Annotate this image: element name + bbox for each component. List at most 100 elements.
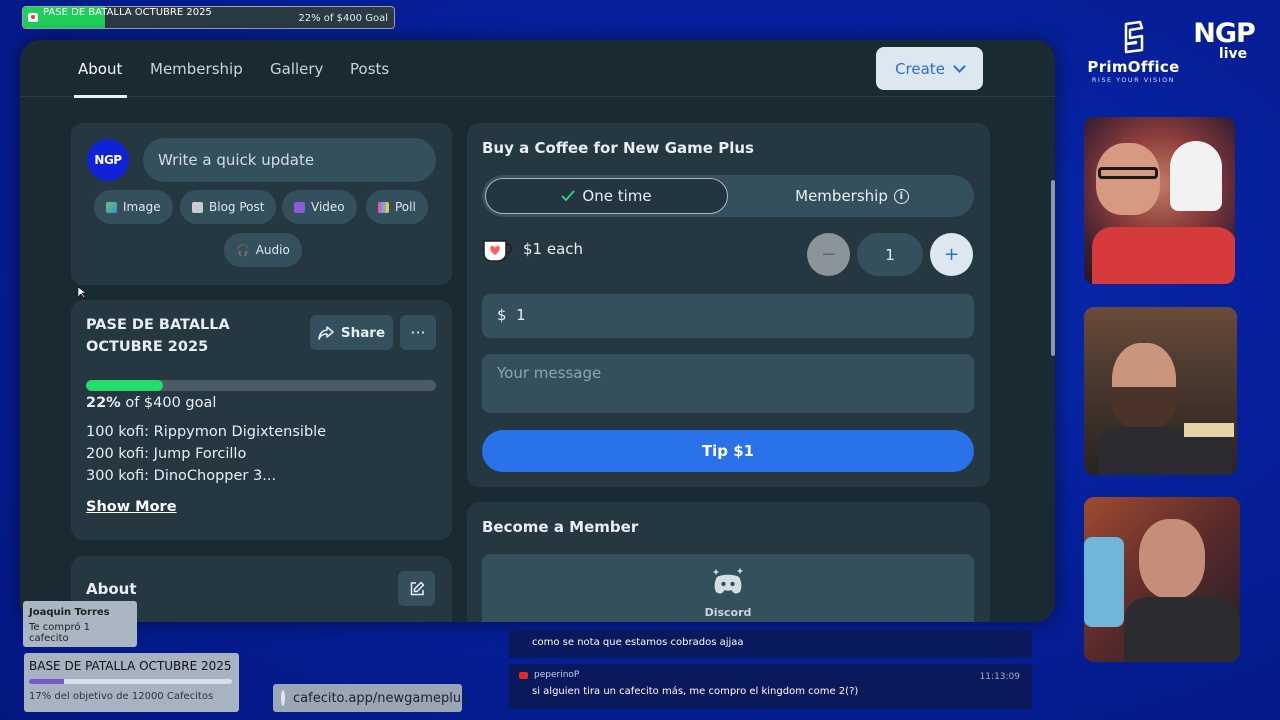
ngp-logo-text: NGP: [1193, 18, 1256, 49]
create-label: Create: [895, 59, 945, 78]
share-label: Share: [340, 324, 386, 341]
chat-text: como se nota que estamos cobrados ajjaa: [532, 637, 744, 648]
membership-label: Membership: [795, 187, 888, 205]
chip-label: Blog Post: [209, 200, 265, 214]
edit-about-button[interactable]: [398, 571, 435, 606]
share-button[interactable]: Share: [310, 315, 393, 350]
quick-update-input[interactable]: Write a quick update: [143, 138, 436, 182]
poll-icon: [378, 201, 389, 213]
amount-value: 1: [516, 306, 526, 324]
top-goal-bar: PASE DE BATALLA OCTUBRE 2025 22% of $400…: [22, 6, 395, 29]
one-time-option[interactable]: One time: [485, 178, 728, 214]
chip-label: Video: [311, 200, 345, 214]
active-tab-indicator: [74, 95, 127, 98]
primoffice-tagline: RISE YOUR VISION: [1091, 76, 1176, 84]
cafecito-url: cafecito.app/newgameplus: [293, 690, 468, 706]
ngp-live-text: live: [1218, 46, 1248, 62]
currency-symbol: $: [497, 306, 507, 324]
discord-icon: [713, 568, 743, 594]
tab-membership[interactable]: Membership: [150, 60, 243, 78]
tab-about[interactable]: About: [78, 60, 122, 78]
video-icon: [294, 201, 305, 213]
discord-label: Discord: [704, 606, 752, 619]
image-icon: [106, 201, 117, 213]
post-blog-button[interactable]: Blog Post: [180, 190, 277, 224]
kofi-window: About Membership Gallery Posts Create NG…: [20, 40, 1055, 622]
primoffice-mark-icon: [1124, 20, 1143, 54]
coffee-title: Buy a Coffee for New Game Plus: [482, 139, 754, 157]
discord-tier[interactable]: Discord: [482, 554, 974, 622]
become-member-card: Become a Member Discord: [467, 502, 990, 622]
chat-text: si alguien tira un cafecito más, me comp…: [532, 686, 859, 697]
goal-progress-fill: [86, 380, 163, 391]
message-field[interactable]: Your message: [482, 354, 974, 413]
alert-name: Joaquin Torres: [29, 607, 110, 618]
create-button[interactable]: Create: [876, 47, 983, 90]
cafecito-goal-fill: [29, 679, 64, 684]
avatar[interactable]: NGP: [87, 139, 129, 181]
primoffice-name: PrimOffice: [1087, 58, 1180, 76]
goal-text: 22% of $400 goal: [86, 395, 216, 411]
document-icon: [192, 201, 203, 213]
cafecito-icon: [281, 690, 285, 706]
cafecito-goal-title: BASE DE PATALLA OCTUBRE 2025: [29, 659, 232, 673]
alert-message: Te compró 1 cafecito: [29, 622, 90, 644]
chat-message: peperinoP 11:13:09 si alguien tira un ca…: [509, 664, 1032, 709]
chat-timestamp: 11:13:09: [979, 672, 1020, 682]
member-title: Become a Member: [482, 518, 639, 536]
cafecito-url-badge: cafecito.app/newgameplus: [273, 684, 468, 712]
cafecito-goal-bar: [29, 679, 232, 684]
coffee-cup-icon: [483, 240, 513, 262]
headphones-icon: 🎧: [236, 243, 250, 257]
webcam-host-3: [1084, 497, 1240, 662]
share-icon: [318, 325, 334, 340]
tab-gallery[interactable]: Gallery: [270, 60, 323, 78]
top-goal-title: PASE DE BATALLA OCTUBRE 2025: [43, 7, 212, 18]
purchase-alert: Joaquin Torres Te compró 1 cafecito: [23, 601, 137, 647]
quantity-increment-button[interactable]: +: [930, 233, 973, 276]
post-video-button[interactable]: Video: [282, 190, 357, 224]
chip-label: Audio: [255, 243, 290, 257]
membership-option[interactable]: Membership i: [732, 178, 972, 214]
quantity-decrement-button[interactable]: −: [807, 233, 850, 276]
goal-amount: of $400 goal: [125, 395, 217, 411]
ngp-live-logo: NGP live: [1188, 20, 1260, 76]
more-options-button[interactable]: ···: [400, 315, 436, 350]
mouse-cursor-icon: [78, 287, 86, 299]
goal-progress-bar: [86, 380, 436, 391]
one-time-label: One time: [582, 187, 652, 205]
buy-coffee-card: Buy a Coffee for New Game Plus One time …: [467, 123, 990, 487]
chat-username: peperinoP: [534, 670, 580, 680]
post-poll-button[interactable]: Poll: [366, 190, 428, 224]
price-each: $1 each: [523, 240, 584, 258]
quantity-stepper[interactable]: 1: [857, 233, 923, 276]
about-title: About: [86, 580, 137, 598]
payment-type-toggle: One time Membership i: [482, 175, 974, 217]
scrollbar-thumb[interactable]: [1051, 180, 1055, 356]
info-icon[interactable]: i: [893, 188, 909, 204]
cafecito-goal-subtitle: 17% del objetivo de 12000 Cafecitos: [29, 691, 214, 702]
chip-label: Image: [123, 200, 161, 214]
reward-line: 200 kofi: Jump Forcillo: [86, 446, 247, 462]
webcam-host-2: [1084, 307, 1237, 475]
youtube-icon: [519, 671, 528, 679]
chevron-down-icon: [953, 59, 966, 73]
goal-percent: 22%: [86, 395, 121, 411]
coffee-icon: [28, 13, 38, 22]
chat-message: como se nota que estamos cobrados ajjaa: [509, 630, 1032, 658]
tab-posts[interactable]: Posts: [350, 60, 389, 78]
amount-field[interactable]: $ 1: [482, 294, 974, 338]
show-more-link[interactable]: Show More: [86, 499, 177, 515]
goal-title: PASE DE BATALLA OCTUBRE 2025: [86, 317, 230, 355]
tip-button[interactable]: Tip $1: [482, 430, 974, 472]
post-audio-button[interactable]: 🎧 Audio: [224, 233, 302, 267]
reward-line: 300 kofi: DinoChopper 3...: [86, 468, 277, 484]
check-icon: [561, 190, 576, 202]
edit-icon: [410, 581, 424, 595]
reward-line: 100 kofi: Rippymon Digixtensible: [86, 424, 327, 440]
primoffice-logo: PrimOffice RISE YOUR VISION: [1086, 20, 1181, 84]
chip-label: Poll: [395, 200, 416, 214]
webcam-host-1: [1084, 117, 1235, 284]
cafecito-goal-widget: BASE DE PATALLA OCTUBRE 2025 17% del obj…: [24, 653, 239, 712]
post-image-button[interactable]: Image: [94, 190, 173, 224]
